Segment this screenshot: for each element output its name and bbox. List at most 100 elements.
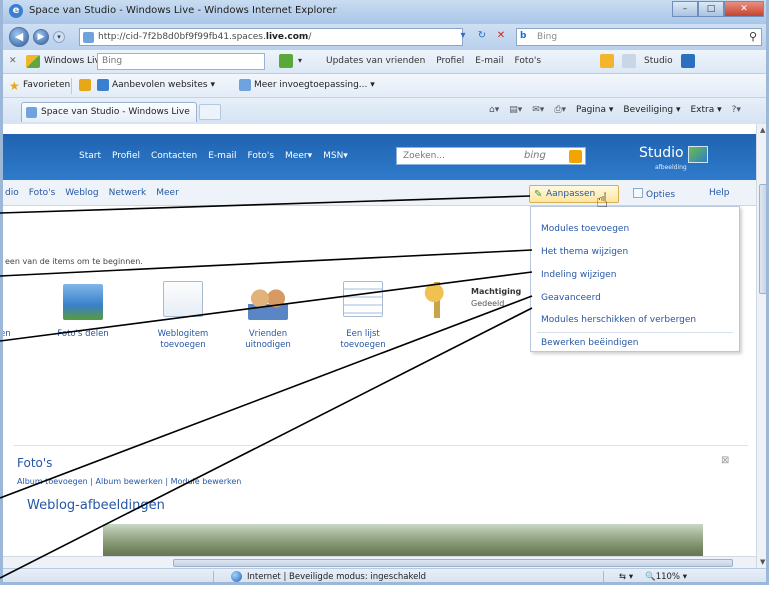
nav-meer[interactable]: Meer▾ — [285, 151, 312, 161]
print-icon[interactable]: ⎙▾ — [554, 105, 566, 115]
subnav-studio[interactable]: dio — [5, 188, 19, 198]
nav-email[interactable]: E-mail — [208, 151, 236, 161]
permissions-title[interactable]: Machtiging — [471, 287, 521, 296]
help-link[interactable]: Help — [709, 188, 730, 198]
tab-bar: Space van Studio - Windows Live ⌂▾ ▤▾ ✉▾… — [3, 98, 766, 124]
address-tools: ▾ ↻ ✕ — [455, 28, 509, 44]
subnav-netwerk[interactable]: Netwerk — [109, 188, 147, 198]
zoom-level[interactable]: 🔍110% ▾ — [645, 572, 687, 582]
weblog-notepad-icon[interactable] — [163, 281, 203, 317]
permissions-sub: Gedeeld — [471, 299, 505, 308]
toolbar-close-icon[interactable]: ✕ — [9, 56, 17, 66]
feeds-icon[interactable]: ▤▾ — [509, 105, 522, 115]
scroll-down-icon[interactable]: ▼ — [760, 558, 765, 566]
favorites-star-icon[interactable]: ★ — [9, 79, 20, 93]
menu-item-change-theme[interactable]: Het thema wijzigen — [541, 247, 628, 257]
weblog-images-heading: Weblog-afbeeldingen — [27, 498, 165, 513]
minimize-button[interactable]: – — [672, 1, 698, 17]
nav-fotos[interactable]: Foto's — [247, 151, 274, 161]
mail-icon[interactable]: ✉▾ — [532, 105, 544, 115]
photo-share-icon[interactable] — [63, 284, 103, 320]
home-icon[interactable]: ⌂▾ — [489, 105, 499, 115]
menu-item-advanced[interactable]: Geavanceerd — [541, 293, 601, 303]
horizontal-scrollbar[interactable] — [3, 556, 756, 568]
subnav-fotos[interactable]: Foto's — [29, 188, 56, 198]
live-search-dropdown-icon[interactable]: ▾ — [298, 56, 302, 65]
invite-friends-icon[interactable] — [248, 284, 288, 320]
sign-in-icon[interactable] — [680, 54, 695, 68]
nav-profiel[interactable]: Profiel — [112, 151, 140, 161]
tile-label-list[interactable]: Een lijst toevoegen — [323, 329, 403, 351]
page-menu[interactable]: Pagina ▾ — [576, 105, 613, 115]
nav-contacten[interactable]: Contacten — [151, 151, 197, 161]
subnav-weblog[interactable]: Weblog — [65, 188, 98, 198]
search-placeholder: Bing — [537, 32, 558, 42]
list-icon[interactable] — [343, 281, 383, 317]
suggested-sites-link[interactable]: Aanbevolen websites ▾ — [112, 80, 215, 90]
spaces-search-go-icon[interactable] — [569, 150, 582, 163]
tile-label-0[interactable]: ken — [3, 329, 43, 340]
address-dropdown-icon[interactable]: ▾ — [455, 28, 471, 44]
recent-pages-dropdown[interactable]: ▾ — [53, 31, 65, 43]
favorites-divider — [71, 78, 72, 94]
tile-label-friends[interactable]: Vrienden uitnodigen — [228, 329, 308, 351]
new-tab-button[interactable] — [199, 104, 221, 120]
live-search-input[interactable]: Bing — [97, 53, 265, 70]
live-link-updates[interactable]: Updates van vrienden — [326, 56, 425, 66]
search-icon[interactable]: ⚲ — [749, 30, 757, 43]
tile-label-weblog[interactable]: Weblogitem toevoegen — [143, 329, 223, 351]
title-bar: e Space van Studio - Windows Live - Wind… — [3, 0, 766, 24]
vertical-scroll-thumb[interactable] — [759, 184, 766, 294]
stop-icon[interactable]: ✕ — [493, 28, 509, 44]
vertical-scrollbar[interactable]: ▲ ▼ — [756, 124, 766, 568]
photos-module-links[interactable]: Album toevoegen | Album bewerken | Modul… — [17, 477, 241, 486]
scroll-up-icon[interactable]: ▲ — [760, 126, 765, 134]
refresh-icon[interactable]: ↻ — [474, 28, 490, 44]
live-link-profile[interactable]: Profiel — [436, 56, 464, 66]
security-zone-text[interactable]: Internet | Beveiligde modus: ingeschakel… — [247, 572, 426, 582]
forward-button[interactable]: ▶ — [33, 29, 49, 45]
menu-item-change-layout[interactable]: Indeling wijzigen — [541, 270, 616, 280]
command-bar: ⌂▾ ▤▾ ✉▾ ⎙▾ Pagina ▾ Beveiliging ▾ Extra… — [489, 105, 741, 115]
security-menu[interactable]: Beveiliging ▾ — [623, 105, 680, 115]
live-link-email[interactable]: E-mail — [475, 56, 503, 66]
menu-item-rearrange-modules[interactable]: Modules herschikken of verbergen — [541, 315, 696, 325]
live-link-photos[interactable]: Foto's — [514, 56, 541, 66]
more-addons-link[interactable]: Meer invoegtoepassing... ▾ — [254, 80, 375, 90]
spaces-search-input[interactable]: Zoeken... bing — [396, 147, 586, 165]
subnav-meer[interactable]: Meer — [156, 188, 179, 198]
menu-item-add-modules[interactable]: Modules toevoegen — [541, 224, 629, 234]
protected-mode-icon[interactable]: ⇆ ▾ — [619, 572, 633, 582]
options-button[interactable]: Opties — [633, 188, 675, 200]
studio-menu[interactable]: Studio — [644, 56, 673, 66]
nav-start[interactable]: Start — [79, 151, 101, 161]
module-close-icon[interactable]: ⊠ — [721, 455, 729, 466]
window-title: Space van Studio - Windows Live - Window… — [29, 5, 337, 16]
address-input[interactable]: http://cid-7f2b8d0bf9f99fb41.spaces.live… — [79, 28, 463, 46]
horizontal-scroll-thumb[interactable] — [173, 559, 733, 567]
tile-label-photos[interactable]: Foto's delen — [43, 329, 123, 340]
key-permission-icon — [423, 282, 451, 318]
spaces-search-placeholder: Zoeken... — [403, 151, 445, 161]
search-box[interactable]: b Bing ⚲ — [516, 28, 762, 46]
help-icon[interactable]: ?▾ — [732, 105, 741, 115]
add-favorite-icon[interactable] — [79, 79, 91, 91]
studio-profile-menu[interactable]: Studio ▾ — [639, 145, 695, 161]
favorites-label[interactable]: Favorieten — [23, 80, 70, 90]
live-toolbar-right: Studio — [600, 54, 695, 68]
back-button[interactable]: ◀ — [9, 27, 29, 47]
tab-space-van-studio[interactable]: Space van Studio - Windows Live — [21, 102, 197, 122]
status-divider-2 — [603, 571, 604, 582]
status-bar: Internet | Beveiligde modus: ingeschakel… — [3, 568, 766, 582]
calendar-icon[interactable] — [622, 54, 636, 68]
profile-picture-icon[interactable] — [688, 146, 708, 163]
nav-msn[interactable]: MSN▾ — [323, 151, 348, 161]
windows-live-toolbar: ✕ Windows Live Bing ▾ Updates van vriend… — [3, 50, 766, 74]
spaces-nav: Start Profiel Contacten E-mail Foto's Me… — [79, 151, 348, 161]
tools-menu[interactable]: Extra ▾ — [691, 105, 722, 115]
close-button[interactable]: ✕ — [724, 1, 764, 17]
maximize-button[interactable]: □ — [698, 1, 724, 17]
menu-item-stop-editing[interactable]: Bewerken beëindigen — [541, 338, 638, 348]
messenger-icon[interactable] — [600, 54, 614, 68]
live-search-go-icon[interactable] — [279, 54, 293, 68]
